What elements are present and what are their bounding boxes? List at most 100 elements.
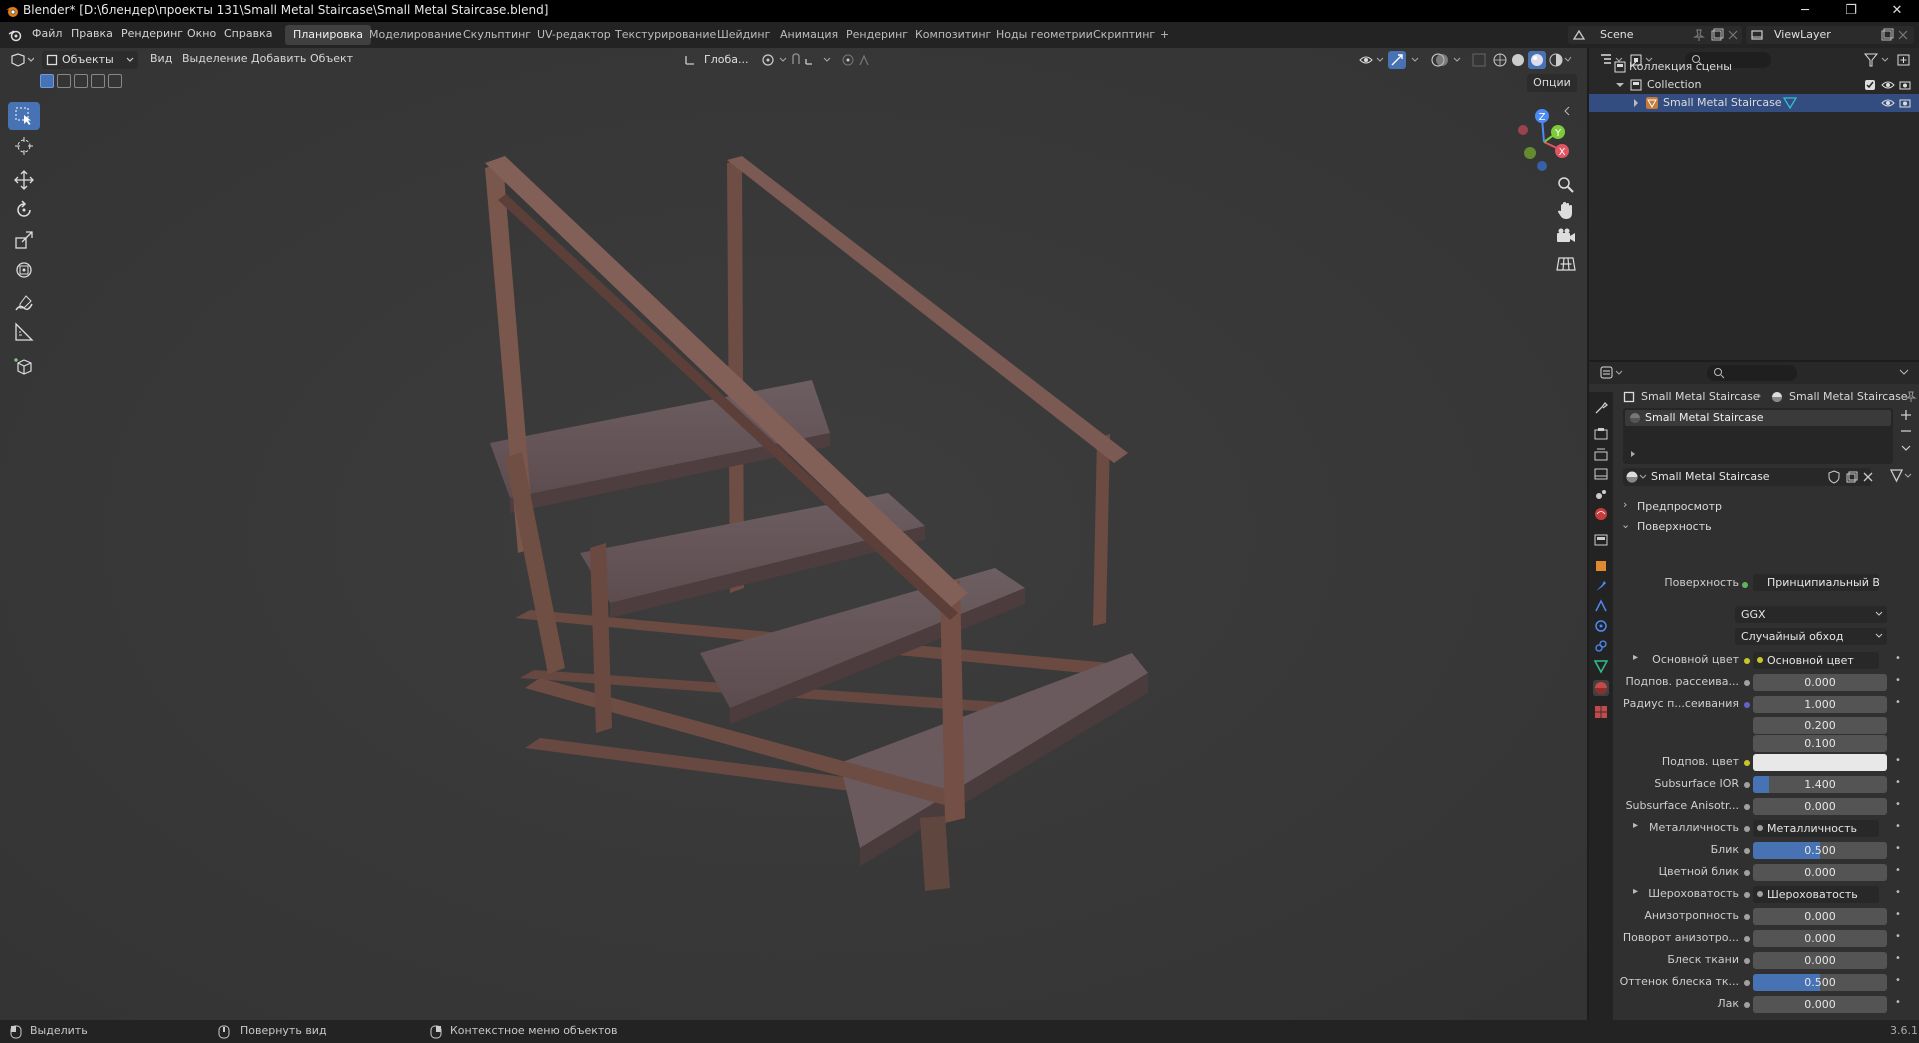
pin-icon[interactable]	[1905, 391, 1917, 403]
physics-tab-icon[interactable]	[1593, 618, 1609, 634]
number-slider[interactable]: 1.000	[1753, 696, 1887, 713]
visibility-eye-icon[interactable]	[1881, 79, 1895, 91]
render-tab-icon[interactable]	[1593, 426, 1609, 442]
xray-toggle-icon[interactable]	[1470, 51, 1488, 69]
fake-user-shield-icon[interactable]	[1827, 470, 1841, 484]
menu-window[interactable]: Окно	[187, 27, 216, 40]
navigation-gizmo[interactable]: X Y Z	[1510, 106, 1580, 176]
keyframe-dot-icon[interactable]: •	[1895, 909, 1901, 920]
linked-input-field[interactable]: Металличность	[1753, 820, 1879, 837]
blender-menu-icon[interactable]	[8, 28, 22, 42]
disclosure-open-icon[interactable]	[1615, 80, 1625, 90]
options-dropdown[interactable]: Опции	[1527, 74, 1577, 92]
socket-dot-icon[interactable]	[1744, 760, 1750, 766]
tab-rendering[interactable]: Рендеринг	[838, 25, 916, 45]
outliner-row-object[interactable]: Small Metal Staircase	[1589, 94, 1919, 112]
number-slider[interactable]: 1.400	[1753, 776, 1887, 793]
exclude-checkbox-icon[interactable]	[1864, 79, 1876, 91]
socket-dot-icon[interactable]	[1744, 782, 1750, 788]
number-slider[interactable]: 0.000	[1753, 908, 1887, 925]
number-slider[interactable]: 0.000	[1753, 952, 1887, 969]
tool-transform[interactable]	[8, 256, 40, 284]
number-slider[interactable]: 0.000	[1753, 864, 1887, 881]
tab-animation[interactable]: Анимация	[772, 25, 846, 45]
number-slider[interactable]: 0.500	[1753, 974, 1887, 991]
grid-view-icon[interactable]	[1555, 252, 1577, 274]
render-camera-icon[interactable]	[1899, 97, 1913, 109]
tool-cursor[interactable]	[8, 132, 40, 160]
socket-dot-icon[interactable]	[1744, 892, 1750, 898]
number-slider[interactable]: 0.200	[1753, 717, 1887, 734]
outliner-row-scene-collection[interactable]: Коллекция сцены	[1589, 58, 1919, 76]
tool-select-box[interactable]	[8, 102, 40, 130]
number-slider[interactable]: 0.000	[1753, 674, 1887, 691]
camera-view-icon[interactable]	[1555, 226, 1577, 248]
tool-annotate[interactable]	[8, 290, 40, 318]
socket-dot-icon[interactable]	[1744, 870, 1750, 876]
linked-input-field[interactable]: Основной цвет	[1753, 652, 1879, 669]
socket-dot-icon[interactable]	[1744, 804, 1750, 810]
socket-dot-icon[interactable]	[1744, 936, 1750, 942]
tab-layout[interactable]: Планировка	[285, 25, 371, 45]
subsurface-method-dropdown[interactable]: Случайный обход	[1735, 628, 1887, 645]
remove-slot-icon[interactable]	[1899, 424, 1913, 438]
tab-geometry-nodes[interactable]: Ноды геометрии	[988, 25, 1101, 45]
mode-dropdown[interactable]: Объекты	[42, 51, 138, 69]
number-slider[interactable]: 0.000	[1753, 996, 1887, 1013]
keyframe-dot-icon[interactable]: •	[1895, 697, 1901, 708]
material-browse-icon[interactable]	[1625, 470, 1647, 484]
socket-dot-icon[interactable]	[1744, 958, 1750, 964]
visibility-eye-icon[interactable]	[1881, 97, 1895, 109]
slot-specials-icon[interactable]	[1899, 444, 1913, 454]
keyframe-dot-icon[interactable]: •	[1895, 887, 1901, 898]
menu-render[interactable]: Рендеринг	[121, 27, 183, 40]
visibility-filter-icon[interactable]	[1358, 52, 1386, 68]
socket-dot-icon[interactable]	[1744, 680, 1750, 686]
pivot-icon[interactable]	[760, 52, 788, 68]
menu-select[interactable]: Выделение	[182, 52, 248, 65]
number-slider[interactable]: 0.100	[1753, 735, 1887, 752]
keyframe-dot-icon[interactable]: •	[1895, 755, 1901, 766]
tab-sculpting[interactable]: Скульптинг	[455, 25, 539, 45]
add-workspace-button[interactable]: +	[1152, 25, 1177, 45]
duplicate-material-icon[interactable]	[1845, 470, 1859, 484]
snap-icon[interactable]	[790, 52, 832, 68]
select-mode-set-button[interactable]	[40, 74, 54, 88]
view-layer-selector[interactable]: ViewLayer	[1746, 26, 1914, 44]
world-tab-icon[interactable]	[1593, 506, 1609, 522]
particles-tab-icon[interactable]	[1593, 598, 1609, 614]
socket-dot-icon[interactable]	[1744, 980, 1750, 986]
link-mode-icon[interactable]	[1889, 468, 1913, 484]
menu-help[interactable]: Справка	[224, 27, 272, 40]
render-camera-icon[interactable]	[1899, 79, 1913, 91]
keyframe-dot-icon[interactable]: •	[1895, 865, 1901, 876]
socket-dot-icon[interactable]	[1744, 1002, 1750, 1008]
add-slot-icon[interactable]	[1899, 408, 1913, 422]
disclosure-closed-icon[interactable]	[1631, 98, 1641, 108]
select-mode-extend-button[interactable]	[57, 74, 71, 88]
tab-shading[interactable]: Шейдинг	[709, 25, 778, 45]
staircase-model[interactable]	[0, 48, 1587, 1020]
pan-hand-icon[interactable]	[1555, 200, 1577, 222]
socket-dot-icon[interactable]	[1744, 914, 1750, 920]
menu-file[interactable]: Файл	[32, 27, 62, 40]
view-layer-tab-icon[interactable]	[1593, 466, 1609, 482]
shading-mode-buttons[interactable]	[1492, 51, 1572, 69]
keyframe-dot-icon[interactable]: •	[1895, 931, 1901, 942]
surface-shader-field[interactable]: Принципиальный BSDF	[1753, 574, 1879, 591]
section-surface[interactable]: ⌄ Поверхность	[1615, 518, 1915, 538]
tool-rotate[interactable]	[8, 196, 40, 224]
properties-editor-icon[interactable]	[1599, 365, 1625, 381]
3d-viewport[interactable]: Объекты Вид Выделение Добавить Объект Гл…	[0, 48, 1587, 1020]
socket-dot-icon[interactable]	[1744, 848, 1750, 854]
keyframe-dot-icon[interactable]: •	[1895, 777, 1901, 788]
tab-texture-paint[interactable]: Текстурирование	[607, 25, 724, 45]
tool-measure[interactable]	[8, 318, 40, 346]
menu-add[interactable]: Добавить	[251, 52, 306, 65]
keyframe-dot-icon[interactable]: •	[1895, 953, 1901, 964]
number-slider[interactable]: 0.000	[1753, 798, 1887, 815]
list-expand-icon[interactable]	[1629, 450, 1637, 458]
number-slider[interactable]: 0.000	[1753, 930, 1887, 947]
socket-dot-icon[interactable]	[1744, 702, 1750, 708]
select-mode-intersect-button[interactable]	[108, 74, 122, 88]
